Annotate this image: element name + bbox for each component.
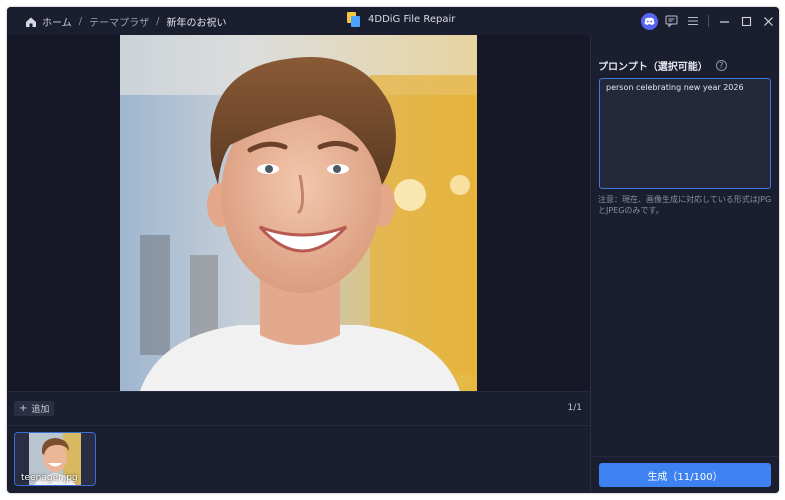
feedback-icon[interactable]: [660, 11, 682, 31]
generate-button[interactable]: 生成（11/100）: [599, 463, 771, 487]
breadcrumb: ホーム / テーマプラザ / 新年のお祝い: [25, 14, 226, 29]
thumbnail-strip: teenager.jpg: [7, 425, 590, 493]
add-button[interactable]: + 追加: [14, 401, 55, 416]
app-window: ホーム / テーマプラザ / 新年のお祝い 4DDiG File Repair: [7, 7, 779, 493]
breadcrumb-current: 新年のお祝い: [166, 18, 227, 29]
app-title: 4DDiG File Repair: [347, 12, 455, 27]
page-count: 1/1: [567, 403, 582, 413]
breadcrumb-separator: /: [78, 16, 83, 27]
format-note: 注意：現在、画像生成に対応している形式はJPGとJPEGのみです。: [598, 195, 772, 215]
thumbnail-item[interactable]: teenager.jpg: [14, 432, 96, 486]
thumbnail-name: teenager.jpg: [21, 473, 78, 483]
plus-icon: +: [19, 403, 28, 414]
prompt-label: プロンプト（選択可能） ?: [598, 58, 727, 73]
preview-panel: + 追加 1/1 teenager.jpg: [7, 35, 590, 493]
close-icon[interactable]: [757, 11, 779, 31]
menu-icon[interactable]: [682, 11, 704, 31]
title-bar: ホーム / テーマプラザ / 新年のお祝い 4DDiG File Repair: [7, 7, 779, 35]
toolbar-divider: [708, 15, 709, 27]
breadcrumb-home[interactable]: ホーム: [42, 14, 72, 29]
breadcrumb-separator: /: [156, 16, 160, 27]
add-button-label: 追加: [31, 405, 50, 415]
preview-image: [120, 35, 477, 391]
image-preview-area: [7, 35, 590, 391]
help-icon[interactable]: ?: [715, 60, 727, 71]
panel-divider: [591, 456, 779, 457]
app-logo-icon: [347, 12, 360, 27]
prompt-label-text: プロンプト（選択可能）: [598, 62, 708, 73]
minimize-icon[interactable]: [713, 11, 735, 31]
home-icon[interactable]: [25, 16, 37, 28]
breadcrumb-section[interactable]: テーマプラザ: [89, 14, 149, 29]
window-controls: [638, 11, 779, 31]
add-bar: + 追加 1/1: [7, 391, 590, 425]
maximize-icon[interactable]: [735, 11, 757, 31]
app-title-text: 4DDiG File Repair: [368, 14, 456, 25]
discord-icon[interactable]: [638, 11, 660, 31]
prompt-input[interactable]: person celebrating new year 2026: [599, 78, 771, 189]
prompt-panel: プロンプト（選択可能） ? person celebrating new yea…: [590, 35, 779, 493]
